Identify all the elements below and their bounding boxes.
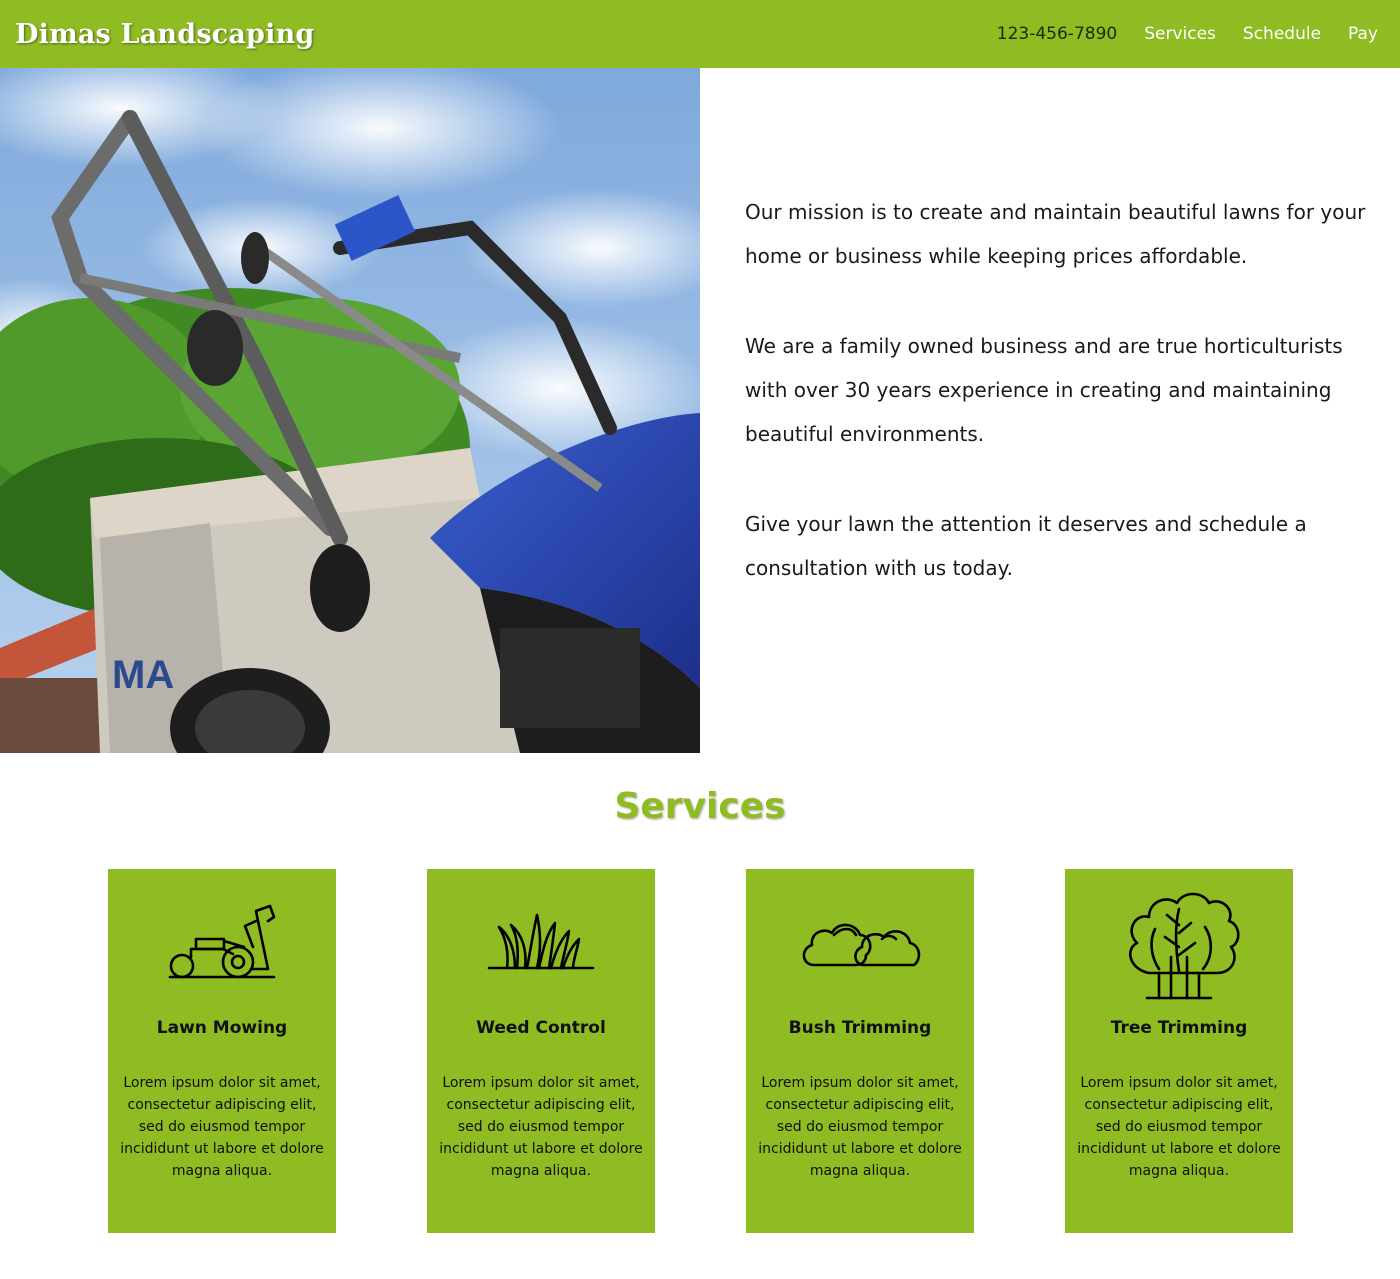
phone-number-link[interactable]: 123-456-7890 xyxy=(997,24,1117,44)
mission-paragraph: Give your lawn the attention it deserves… xyxy=(745,512,1307,580)
card-description: Lorem ipsum dolor sit amet, consectetur … xyxy=(1077,1075,1281,1179)
services-heading: Services xyxy=(614,786,786,827)
service-card-tree-trimming: Tree Trimming Lorem ipsum dolor sit amet… xyxy=(1065,869,1293,1233)
card-description: Lorem ipsum dolor sit amet, consectetur … xyxy=(120,1075,324,1179)
service-card-lawn-mowing: Lawn Mowing Lorem ipsum dolor sit amet, … xyxy=(108,869,336,1233)
nav-link-schedule[interactable]: Schedule xyxy=(1243,24,1321,44)
lawn-mower-icon xyxy=(108,869,336,1009)
bush-icon xyxy=(746,869,974,1009)
lawn-mower-photo: MA xyxy=(0,68,700,753)
hero-lawn-mower-image: MA xyxy=(0,68,700,753)
mission-text: Our mission is to create and maintain be… xyxy=(745,190,1370,636)
card-title: Tree Trimming xyxy=(1110,1018,1248,1038)
card-title: Lawn Mowing xyxy=(156,1018,288,1038)
service-card-bush-trimming: Bush Trimming Lorem ipsum dolor sit amet… xyxy=(746,869,974,1233)
main-nav: 123-456-7890 Services Schedule Pay xyxy=(997,24,1378,44)
card-title: Weed Control xyxy=(476,1018,606,1038)
tree-icon xyxy=(1065,869,1293,1009)
nav-link-services[interactable]: Services xyxy=(1144,24,1216,44)
card-description: Lorem ipsum dolor sit amet, consectetur … xyxy=(439,1075,643,1179)
mission-paragraph: Our mission is to create and maintain be… xyxy=(745,200,1366,268)
service-card-weed-control: Weed Control Lorem ipsum dolor sit amet,… xyxy=(427,869,655,1233)
top-navigation-bar: Dimas Landscaping 123-456-7890 Services … xyxy=(0,0,1400,68)
nav-link-pay[interactable]: Pay xyxy=(1348,24,1378,44)
svg-text:MA: MA xyxy=(112,653,174,697)
brand-logo-text[interactable]: Dimas Landscaping xyxy=(15,19,315,50)
card-title: Bush Trimming xyxy=(788,1018,932,1038)
mission-paragraph: We are a family owned business and are t… xyxy=(745,334,1343,446)
card-description: Lorem ipsum dolor sit amet, consectetur … xyxy=(758,1075,962,1179)
grass-icon xyxy=(427,869,655,1009)
